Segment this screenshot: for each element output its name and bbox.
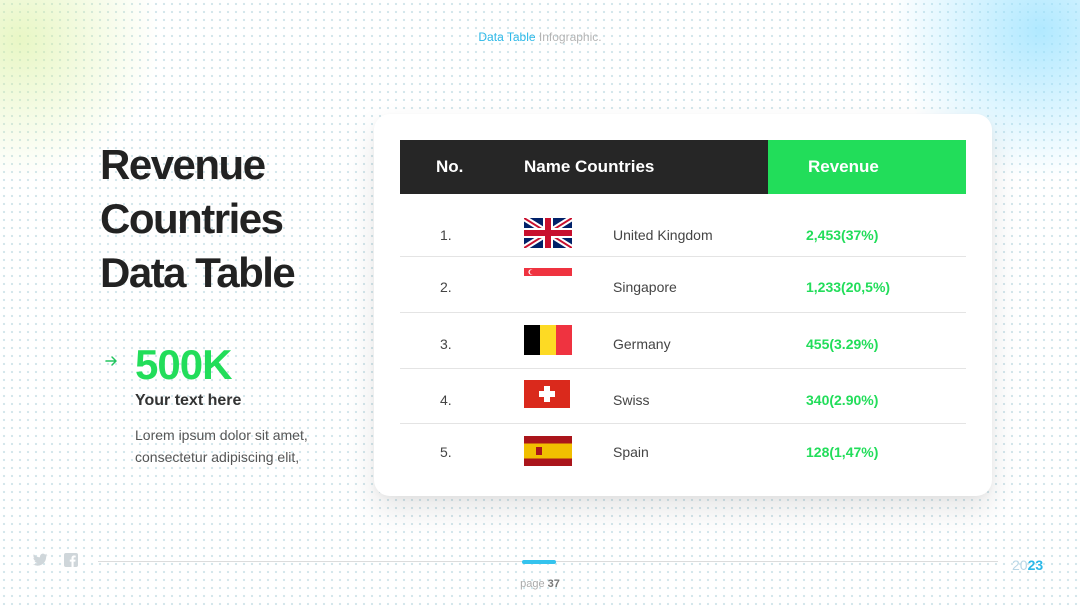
- year-label: 2023: [1012, 557, 1043, 573]
- table-row: 2. Singapore 1,233(20,5%): [400, 257, 966, 313]
- row-number: 4.: [440, 392, 452, 408]
- revenue-value: 1,233(20,5%): [806, 279, 891, 295]
- singapore-flag-icon: [524, 268, 572, 284]
- row-number: 3.: [440, 336, 452, 352]
- main-title: Revenue Countries Data Table: [100, 138, 296, 300]
- column-header-revenue: Revenue: [768, 140, 966, 194]
- stat-label: Your text here: [135, 392, 242, 409]
- column-header-no: No.: [436, 157, 464, 176]
- header-title-accent: Data Table: [478, 30, 536, 44]
- main-title-line-2: Countries: [100, 195, 284, 242]
- country-name: Swiss: [613, 392, 650, 408]
- table-header: No. Name Countries Revenue: [400, 140, 966, 194]
- stat-description: Lorem ipsum dolor sit amet, consectetur …: [135, 424, 355, 468]
- slide-header-title: Data Table Infographic.: [0, 30, 1080, 44]
- stat-description-line-1: Lorem ipsum dolor sit amet,: [135, 427, 308, 443]
- revenue-value: 455(3.29%): [806, 336, 879, 352]
- twitter-icon[interactable]: [32, 553, 48, 567]
- arrow-right-icon: [104, 354, 118, 368]
- header-title-rest: Infographic.: [535, 30, 602, 44]
- table-row: 5. Spain 128(1,47%): [400, 424, 966, 476]
- column-header-name-countries: Name Countries: [524, 157, 655, 176]
- main-title-line-1: Revenue: [100, 141, 266, 188]
- country-name: Spain: [613, 444, 649, 460]
- table-row: 1. United Kingdom 2,453(37%): [400, 208, 966, 257]
- country-name: United Kingdom: [613, 227, 713, 243]
- country-name: Singapore: [613, 279, 677, 295]
- row-number: 5.: [440, 444, 452, 460]
- spain-flag-icon: [524, 436, 572, 466]
- table-row: 3. Germany 455(3.29%): [400, 313, 966, 369]
- year-part-1: 20: [1012, 557, 1028, 573]
- revenue-value: 128(1,47%): [806, 444, 879, 460]
- page-label: page: [520, 578, 548, 590]
- revenue-value: 340(2.90%): [806, 392, 879, 408]
- main-title-line-3: Data Table: [100, 249, 296, 296]
- stat-value: 500K: [135, 341, 232, 388]
- row-number: 1.: [440, 227, 452, 243]
- stat-description-line-2: consectetur adipiscing elit,: [135, 449, 300, 465]
- page-number-value: 37: [547, 578, 560, 590]
- belgium-flag-icon: [524, 325, 572, 355]
- row-number: 2.: [440, 279, 452, 295]
- revenue-value: 2,453(37%): [806, 227, 879, 243]
- year-part-2: 23: [1027, 557, 1044, 573]
- switzerland-flag-icon: [524, 380, 570, 408]
- country-name: Germany: [613, 336, 671, 352]
- page-indicator: [522, 560, 556, 564]
- page-number: page 37: [0, 578, 1080, 590]
- uk-flag-icon: [524, 218, 572, 248]
- table-row: 4. Swiss 340(2.90%): [400, 369, 966, 424]
- facebook-icon[interactable]: [64, 553, 78, 567]
